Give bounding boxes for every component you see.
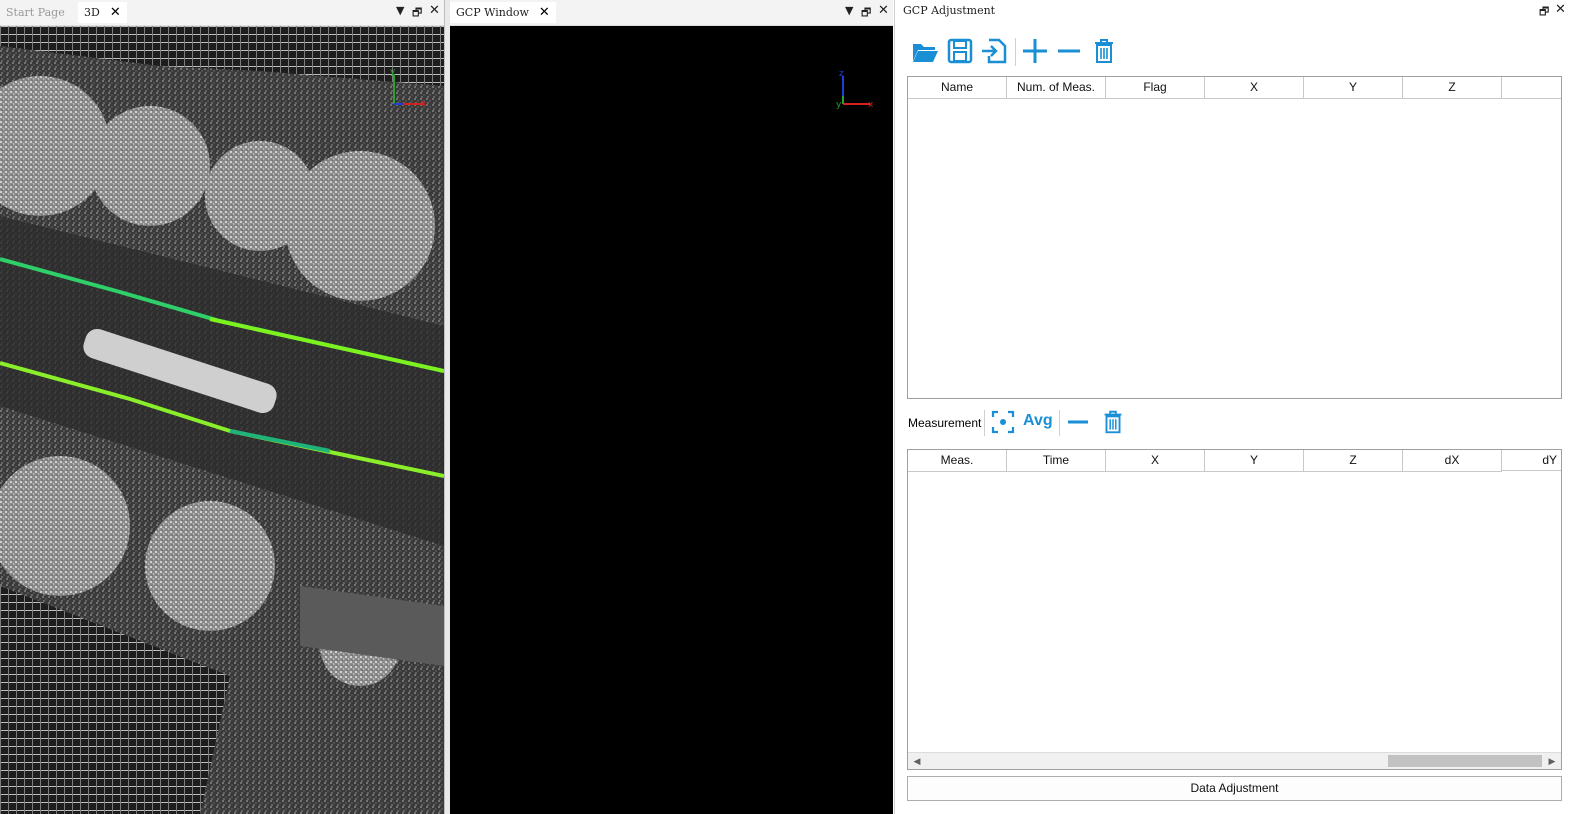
scroll-right-icon[interactable]: ▶ [1545, 754, 1559, 768]
toolbar-separator [1015, 38, 1016, 66]
gcp-col-z[interactable]: Z [1403, 77, 1502, 99]
tab-gcp-window-label: GCP Window [456, 6, 529, 19]
focus-point-icon[interactable] [990, 409, 1016, 435]
delete-icon[interactable] [1089, 36, 1119, 66]
close-icon[interactable]: ✕ [878, 3, 889, 18]
meas-col-dx[interactable]: dX [1403, 450, 1502, 472]
gcp-adjustment-panel: GCP Adjustment 🗗 ✕ Name Num. of Meas. Fl… [894, 0, 1586, 814]
import-icon[interactable] [979, 36, 1009, 66]
point-cloud-viewport[interactable]: y x [0, 26, 444, 814]
close-icon[interactable]: ✕ [539, 5, 550, 20]
average-button[interactable]: Avg [1023, 412, 1053, 430]
meas-col-meas[interactable]: Meas. [908, 450, 1007, 472]
measurement-table[interactable]: Meas. Time X Y Z dX dY ◀ ▶ [907, 449, 1562, 770]
gcp-table[interactable]: Name Num. of Meas. Flag X Y Z [907, 76, 1562, 399]
gcp-col-x[interactable]: X [1205, 77, 1304, 99]
restore-icon[interactable]: 🗗 [1539, 3, 1549, 22]
open-folder-icon[interactable] [910, 36, 940, 66]
close-icon[interactable]: ✕ [1555, 2, 1566, 17]
meas-col-y[interactable]: Y [1205, 450, 1304, 472]
meas-col-x[interactable]: X [1106, 450, 1205, 472]
axis-z-label: z [839, 69, 844, 79]
remove-measurement-icon[interactable] [1065, 409, 1091, 435]
data-adjustment-button[interactable]: Data Adjustment [907, 776, 1562, 801]
close-icon[interactable]: ✕ [110, 5, 121, 20]
save-icon[interactable] [945, 36, 975, 66]
toolbar-separator [984, 410, 985, 436]
gcp-axis-gizmo: z x y [836, 69, 874, 110]
restore-icon[interactable]: 🗗 [861, 4, 871, 23]
delete-measurement-icon[interactable] [1099, 408, 1127, 436]
left-tab-bar: Start Page 3D ✕ ▼ 🗗 ✕ [0, 0, 444, 26]
scroll-left-icon[interactable]: ◀ [910, 754, 924, 768]
axis-y-label: y [836, 100, 842, 110]
scrollbar-thumb[interactable] [1388, 755, 1542, 767]
meas-col-z[interactable]: Z [1304, 450, 1403, 472]
tab-start-page[interactable]: Start Page [0, 2, 71, 23]
horizontal-scrollbar[interactable]: ◀ ▶ [908, 752, 1561, 769]
add-icon[interactable] [1020, 36, 1050, 66]
close-icon[interactable]: ✕ [429, 3, 440, 18]
meas-col-dy[interactable]: dY [1502, 450, 1561, 471]
panel-title: GCP Adjustment [903, 4, 996, 17]
tab-gcp-window[interactable]: GCP Window ✕ [450, 2, 556, 23]
tab-start-page-label: Start Page [6, 6, 65, 19]
meas-col-time[interactable]: Time [1007, 450, 1106, 472]
gcp-viewport[interactable]: z x y [450, 26, 893, 814]
3d-view-pane: Start Page 3D ✕ ▼ 🗗 ✕ y x [0, 0, 445, 814]
pane-menu-icon[interactable]: ▼ [845, 4, 853, 17]
point-cloud-render: y x [0, 26, 444, 814]
gcp-col-flag[interactable]: Flag [1106, 77, 1205, 99]
remove-icon[interactable] [1054, 36, 1084, 66]
axis-x-label: x [868, 100, 874, 110]
gcp-window-pane: GCP Window ✕ ▼ 🗗 ✕ z x y [450, 0, 893, 814]
middle-tab-bar: GCP Window ✕ ▼ 🗗 ✕ [450, 0, 893, 26]
tab-3d-label: 3D [84, 6, 100, 19]
axis-y-label: y [390, 67, 396, 77]
gcp-col-y[interactable]: Y [1304, 77, 1403, 99]
pane-menu-icon[interactable]: ▼ [396, 4, 404, 17]
axis-x-label: x [421, 99, 427, 109]
toolbar-separator [1059, 410, 1060, 436]
tab-3d[interactable]: 3D ✕ [78, 2, 127, 23]
measurement-label: Measurement [908, 416, 982, 430]
gcp-col-name[interactable]: Name [908, 77, 1007, 99]
gcp-col-num-meas[interactable]: Num. of Meas. [1007, 77, 1106, 99]
gcp-col-filler [1502, 77, 1561, 99]
restore-icon[interactable]: 🗗 [412, 4, 422, 23]
